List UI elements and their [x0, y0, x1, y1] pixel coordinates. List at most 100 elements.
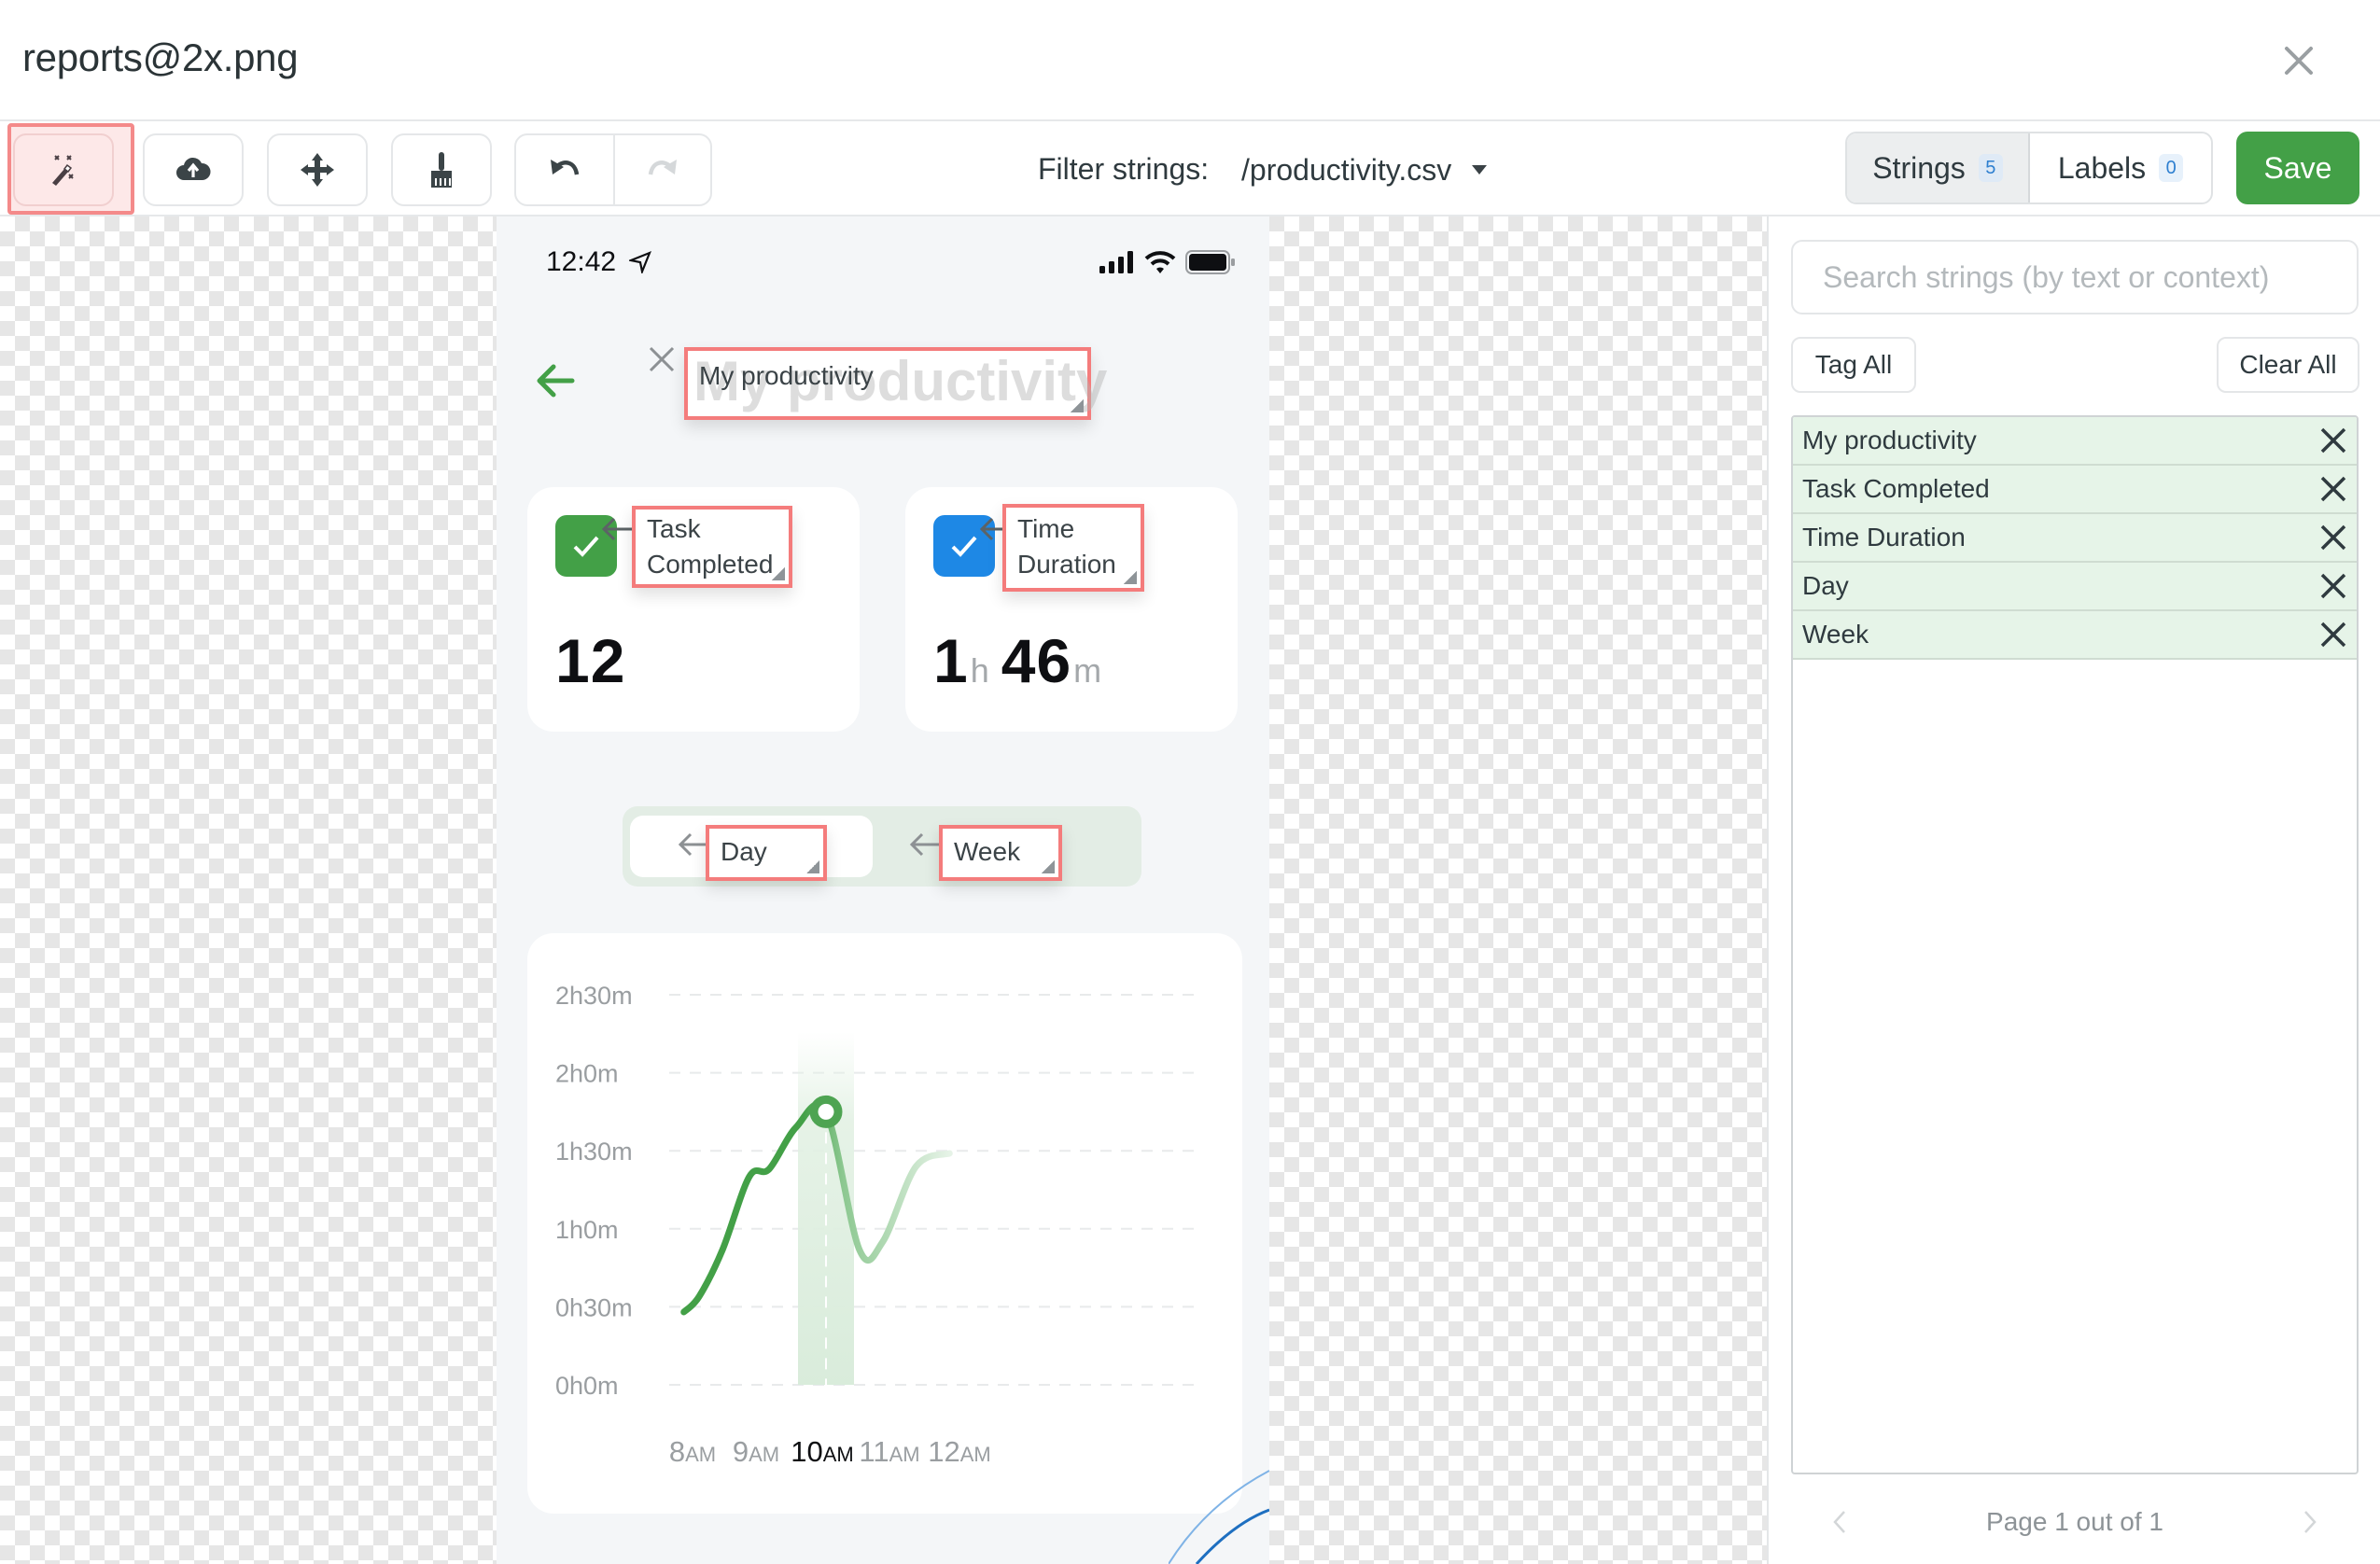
hours-value: 1 [933, 626, 969, 695]
close-button[interactable] [2277, 39, 2320, 82]
signal-icon [1099, 251, 1133, 273]
redo-icon [648, 160, 677, 175]
history-group [514, 133, 712, 206]
search-strings-input[interactable] [1791, 240, 2359, 314]
resize-handle-icon[interactable] [806, 860, 819, 873]
remove-string-icon[interactable] [2317, 570, 2349, 602]
string-list: My productivity Task Completed Time Durati… [1791, 415, 2359, 1474]
string-text: Week [1802, 620, 1869, 649]
undo-button[interactable] [516, 135, 613, 204]
clear-all-button[interactable]: Clear All [2217, 337, 2359, 393]
close-icon [2285, 47, 2313, 75]
x-tick-label: 12AM [928, 1435, 990, 1468]
filter-strings-label: Filter strings: [1038, 152, 1210, 186]
remove-string-icon[interactable] [2317, 619, 2349, 650]
time-duration-value: 1h 46m [933, 625, 1113, 696]
x-tick-suffix: AM [685, 1443, 716, 1466]
x-tick-label: 11AM [859, 1435, 919, 1468]
string-list-item[interactable]: Day [1793, 563, 2357, 611]
overlay-text: Day [721, 837, 767, 866]
battery-icon [1185, 250, 1235, 274]
y-tick-label: 2h0m [555, 1060, 619, 1088]
move-button[interactable] [267, 133, 368, 206]
chevron-down-icon [1472, 165, 1488, 175]
highlight-point[interactable] [809, 1095, 843, 1128]
x-tick-number: 10 [791, 1435, 822, 1468]
remove-string-icon[interactable] [2317, 425, 2349, 456]
tab-labels[interactable]: Labels 0 [2030, 133, 2211, 202]
filter-strings-value: /productivity.csv [1241, 152, 1452, 187]
broom-button[interactable] [391, 133, 492, 206]
tab-labels-label: Labels [2057, 150, 2147, 185]
save-button[interactable]: Save [2236, 132, 2359, 204]
task-count: 12 [555, 626, 626, 695]
y-tick-label: 1h0m [555, 1216, 619, 1244]
string-text: My productivity [1802, 426, 1977, 454]
filter-strings-dropdown[interactable]: /productivity.csv [1241, 149, 1488, 190]
pagination-text: Page 1 out of 1 [1986, 1507, 2163, 1536]
decorative-arcs [1169, 1470, 1269, 1564]
string-overlay-day[interactable]: Day [706, 825, 827, 881]
string-overlay-task-completed[interactable]: Task Completed [632, 506, 792, 588]
productivity-chart: 2h30m2h0m1h30m1h0m0h30m0h0m 8AM 9AM 10AM 11… [555, 982, 1199, 1468]
cloud-upload-icon [176, 157, 211, 180]
string-overlay-time-duration[interactable]: Time Duration [1002, 504, 1144, 592]
string-overlay-title[interactable]: My productivity My productivity [684, 347, 1107, 420]
redo-button[interactable] [612, 135, 710, 204]
resize-handle-icon[interactable] [1124, 571, 1137, 584]
string-text: Time Duration [1802, 523, 1966, 552]
minutes-unit: m [1073, 651, 1103, 690]
status-bar-icons [1099, 250, 1236, 274]
strings-count-badge: 5 [1978, 154, 2003, 182]
remove-string-icon[interactable] [2317, 522, 2349, 553]
resize-handle-icon[interactable] [772, 567, 785, 580]
pagination: Page 1 out of 1 [1791, 1499, 2359, 1545]
y-tick-label: 1h30m [555, 1138, 633, 1166]
labels-count-badge: 0 [2159, 154, 2184, 182]
broom-icon [431, 152, 452, 188]
location-arrow-icon [629, 251, 652, 273]
upload-button[interactable] [143, 133, 244, 206]
y-tick-label: 0h0m [555, 1372, 619, 1400]
window-title: reports@2x.png [22, 35, 299, 79]
strings-labels-toggle: Strings 5 Labels 0 [1845, 132, 2213, 204]
remove-overlay-icon[interactable] [646, 343, 678, 375]
back-arrow-icon[interactable] [529, 355, 581, 407]
string-list-item[interactable]: Week [1793, 611, 2357, 660]
tab-strings[interactable]: Strings 5 [1847, 133, 2030, 202]
string-list-item[interactable]: Task Completed [1793, 466, 2357, 514]
minutes-value: 46 [1001, 626, 1072, 695]
move-arrows-icon [301, 153, 334, 187]
magic-wand-icon [52, 155, 74, 186]
undo-icon [550, 160, 580, 175]
x-tick-number: 8 [669, 1435, 685, 1468]
y-tick-label: 0h30m [555, 1293, 633, 1321]
string-overlay-week[interactable]: Week [939, 825, 1062, 881]
phone-screenshot: 12:42 My productivity My productivity 12… [497, 216, 1269, 1564]
x-tick-suffix: AM [749, 1443, 779, 1466]
y-tick-label: 2h30m [555, 982, 633, 1010]
string-list-item[interactable]: My productivity [1793, 417, 2357, 466]
next-page-icon[interactable] [2299, 1508, 2321, 1536]
resize-handle-icon[interactable] [1042, 860, 1055, 873]
productivity-chart-card: 2h30m 2h0m 1h30m 1h0m 0h30m 0h0m 8AM 9AM 10AM 11… [527, 933, 1242, 1514]
resize-handle-icon[interactable] [1071, 399, 1084, 412]
x-tick-number: 9 [733, 1435, 749, 1468]
x-tick-label: 10AM [791, 1435, 853, 1468]
link-arrow-icon [601, 517, 635, 541]
x-tick-label: 8AM [669, 1435, 716, 1468]
overlay-text: Task Completed [647, 514, 774, 579]
string-list-item[interactable]: Time Duration [1793, 514, 2357, 563]
magic-wand-button[interactable] [13, 133, 114, 206]
tag-all-button[interactable]: Tag All [1791, 337, 1916, 393]
remove-string-icon[interactable] [2317, 473, 2349, 505]
string-text: Task Completed [1802, 474, 1990, 503]
x-tick-number: 11 [859, 1435, 889, 1468]
tab-strings-label: Strings [1872, 150, 1966, 185]
strings-panel: Tag All Clear All My productivity Task Co… [1767, 216, 2380, 1564]
hours-unit: h [970, 651, 990, 690]
string-text: Day [1802, 571, 1849, 600]
prev-page-icon[interactable] [1828, 1508, 1851, 1536]
overlay-text: My productivity [699, 361, 874, 390]
image-canvas[interactable]: 12:42 My productivity My productivity 12… [0, 216, 1767, 1564]
